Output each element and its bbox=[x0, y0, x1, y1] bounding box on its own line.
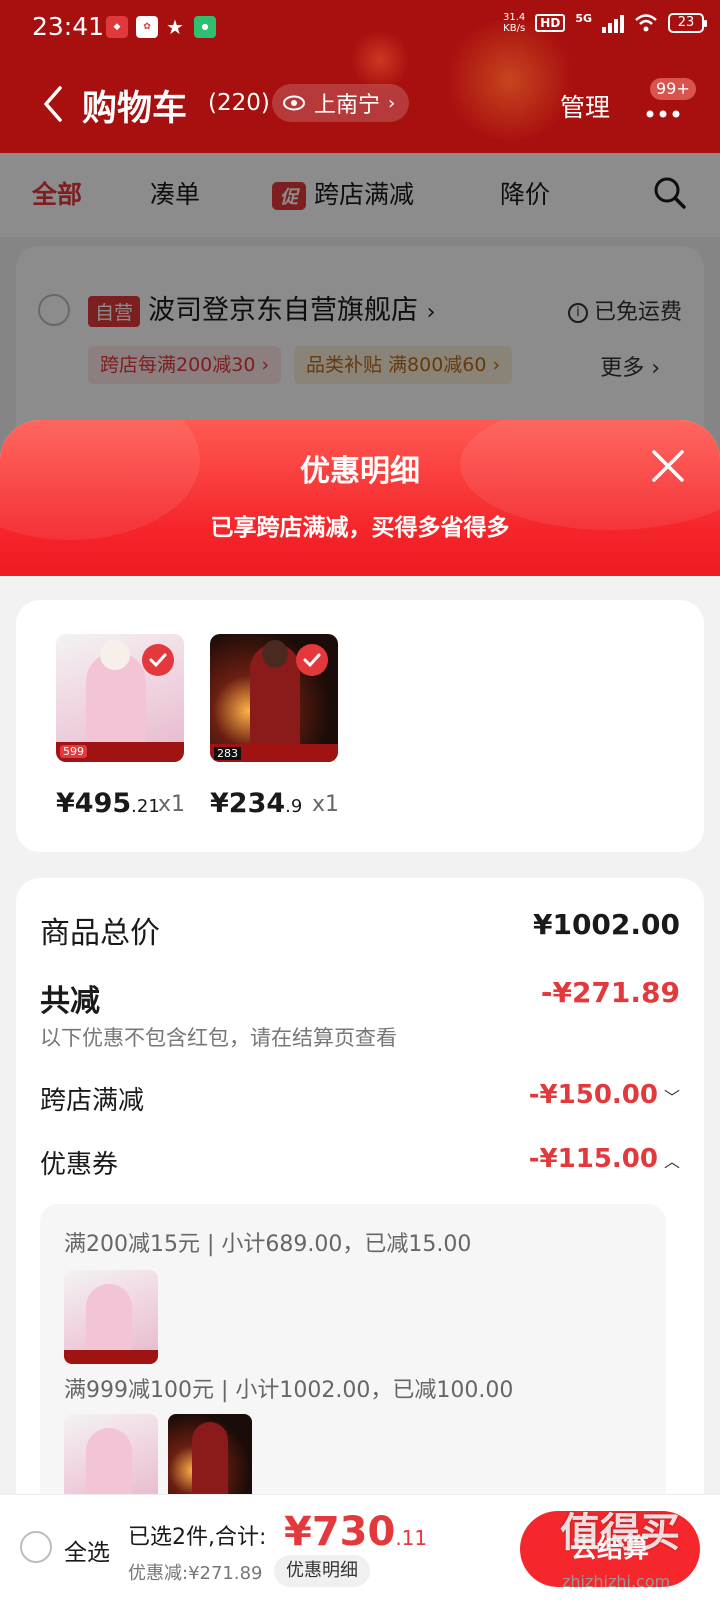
sheet-subtitle: 已享跨店满减，买得多省得多 bbox=[210, 515, 510, 541]
price-ribbon bbox=[64, 1350, 158, 1364]
product-figure bbox=[86, 1284, 132, 1358]
product-image[interactable]: 283 bbox=[210, 634, 338, 762]
chevron-down-icon: ﹀ bbox=[663, 1087, 680, 1107]
product-figure-head bbox=[100, 640, 130, 670]
chevron-right-icon: › bbox=[388, 92, 396, 114]
network-speed: 31.4 KB/s bbox=[503, 12, 525, 34]
coupon-label: 优惠券 bbox=[40, 1150, 119, 1180]
price-main: ¥495 bbox=[56, 788, 132, 819]
watermark: 值得买 bbox=[560, 1510, 680, 1556]
close-icon[interactable] bbox=[648, 446, 688, 486]
hd-icon: HD bbox=[535, 14, 566, 32]
select-all-radio[interactable] bbox=[20, 1531, 52, 1563]
product-image[interactable]: 599 bbox=[56, 634, 184, 762]
app-notification-icon: ✿ bbox=[136, 16, 158, 38]
total-price-value: ¥1002.00 bbox=[532, 908, 680, 941]
product-badge: 283 bbox=[214, 747, 241, 760]
status-indicators: 31.4 KB/s HD 5G 23 bbox=[503, 12, 707, 34]
sheet-header: 优惠明细 已享跨店满减，买得多省得多 bbox=[0, 420, 720, 576]
watermark-url: zhizhizhi.com bbox=[562, 1572, 671, 1591]
selected-check-icon bbox=[142, 644, 174, 676]
product-badge: 599 bbox=[60, 745, 87, 758]
cross-store-discount-label: 跨店满减 bbox=[40, 1086, 145, 1116]
eye-icon bbox=[283, 95, 305, 111]
discount-detail-button[interactable]: 优惠明细 bbox=[274, 1555, 370, 1587]
cell-label: 5G bbox=[575, 12, 592, 25]
cross-store-discount-row[interactable]: -¥150.00 ﹀ bbox=[529, 1080, 680, 1110]
price-main: ¥234 bbox=[210, 788, 286, 819]
app-notification-icon: ◆ bbox=[106, 16, 128, 38]
back-arrow-icon[interactable] bbox=[36, 82, 76, 126]
price-decimal: .21 bbox=[131, 796, 160, 817]
coupon-line: 满999减100元 | 小计1002.00，已减100.00 bbox=[64, 1378, 514, 1403]
product-price: ¥234.9 bbox=[210, 788, 302, 819]
coupon-line: 满200减15元 | 小计689.00，已减15.00 bbox=[64, 1232, 472, 1257]
amount-decimal: .11 bbox=[395, 1526, 428, 1550]
amount-main: ¥730 bbox=[284, 1509, 396, 1555]
cart-count: (220) bbox=[208, 90, 270, 116]
chevron-up-icon: ︿ bbox=[663, 1151, 680, 1171]
clock: 23:41 bbox=[32, 12, 105, 41]
message-badge: 99+ bbox=[650, 78, 696, 100]
coupon-product-thumb bbox=[64, 1270, 158, 1364]
product-figure bbox=[86, 1428, 132, 1502]
app-notification-icon: ● bbox=[194, 16, 216, 38]
net-speed-value: 31.4 bbox=[503, 12, 526, 23]
selected-check-icon bbox=[296, 644, 328, 676]
net-speed-unit: KB/s bbox=[503, 23, 526, 34]
reduction-note: 以下优惠不包含红包，请在结算页查看 bbox=[40, 1026, 397, 1050]
product-quantity: x1 bbox=[312, 792, 340, 817]
product-price: ¥495.21 bbox=[56, 788, 160, 819]
total-price-label: 商品总价 bbox=[40, 916, 160, 951]
discount-detail-sheet: 优惠明细 已享跨店满减，买得多省得多 599 283 ¥495.21 x1 ¥2… bbox=[0, 420, 720, 1600]
page-title: 购物车 bbox=[82, 89, 188, 129]
coupon-row[interactable]: -¥115.00 ︿ bbox=[529, 1144, 680, 1174]
star-icon: ★ bbox=[166, 15, 184, 39]
total-amount: ¥730.11 bbox=[284, 1509, 427, 1555]
product-quantity: x1 bbox=[158, 792, 186, 817]
location-selector[interactable]: 上南宁 › bbox=[272, 84, 410, 122]
total-reduction-value: -¥271.89 bbox=[540, 976, 680, 1009]
price-decimal: .9 bbox=[285, 796, 303, 817]
battery-icon: 23 bbox=[668, 13, 707, 33]
top-header: 23:41 ◆ ✿ ★ ● 31.4 KB/s HD 5G 23 购物车 (22… bbox=[0, 0, 720, 153]
location-label: 上南宁 bbox=[314, 93, 381, 118]
select-all-label[interactable]: 全选 bbox=[64, 1533, 110, 1567]
selected-summary: 已选2件,合计: bbox=[128, 1525, 267, 1550]
wifi-icon bbox=[635, 14, 657, 32]
cross-store-discount-value: -¥150.00 bbox=[528, 1080, 658, 1110]
status-bar: 23:41 ◆ ✿ ★ ● 31.4 KB/s HD 5G 23 bbox=[0, 0, 720, 56]
coupon-value: -¥115.00 bbox=[528, 1144, 658, 1174]
cart-header: 购物车 (220) 上南宁 › 管理 99+ bbox=[0, 70, 720, 140]
manage-button[interactable]: 管理 bbox=[560, 88, 610, 124]
signal-icon bbox=[602, 13, 624, 33]
price-breakdown: 商品总价 ¥1002.00 共减 -¥271.89 以下优惠不包含红包，请在结算… bbox=[16, 878, 704, 1598]
total-reduction-label: 共减 bbox=[40, 984, 100, 1019]
saved-amount: 优惠减:¥271.89 bbox=[128, 1563, 263, 1584]
product-figure-head bbox=[262, 640, 288, 668]
sheet-title: 优惠明细 bbox=[300, 454, 420, 489]
selected-products: 599 283 ¥495.21 x1 ¥234.9 x1 bbox=[16, 600, 704, 852]
